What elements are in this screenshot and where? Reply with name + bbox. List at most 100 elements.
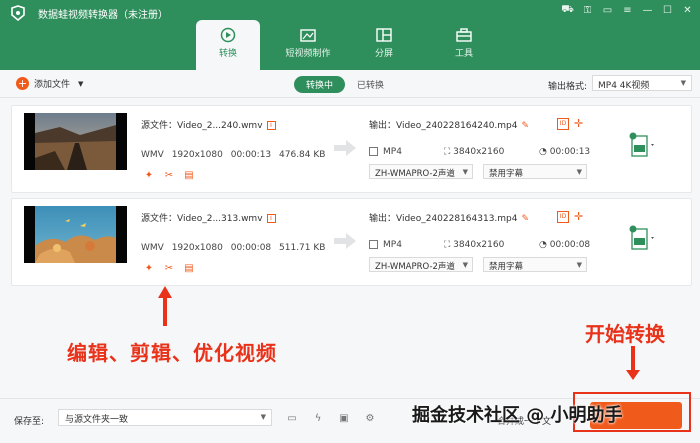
seg-converting[interactable]: 转换中 [294, 76, 346, 93]
video-thumbnail[interactable] [24, 206, 127, 263]
close-icon[interactable]: ✕ [681, 4, 694, 17]
source-file-text: 源文件：Video_2...313.wmv [141, 214, 263, 224]
mp4-format-icon[interactable] [627, 130, 655, 160]
clock-icon: ◔ [539, 240, 550, 250]
info-icon[interactable]: i [266, 121, 276, 130]
info-icon[interactable]: i [266, 214, 276, 223]
key-icon[interactable]: ⚿ [581, 4, 594, 17]
tab-split-screen[interactable]: 分屏 [344, 20, 424, 68]
lightning-off-icon[interactable]: ϟ [310, 410, 326, 426]
mp4-format-icon[interactable] [627, 223, 655, 253]
save-path-select[interactable]: 与源文件夹一致 ▼ [58, 409, 272, 426]
clock-icon: ◔ [539, 147, 550, 157]
source-codec: WMV [141, 150, 164, 160]
output-resolution: 3840x2160 [453, 147, 505, 157]
tab-tools-label: 工具 [454, 49, 473, 59]
video-thumbnail[interactable] [24, 113, 127, 170]
app-logo-icon [11, 5, 25, 21]
output-format: MP4 [383, 240, 402, 250]
split-screen-icon [376, 28, 392, 42]
output-format-select[interactable]: MP4 4K视频 ▼ [592, 75, 692, 91]
add-file-label: 添加文件 [34, 80, 71, 90]
output-file-text: 输出：Video_240228164240.mp4 [369, 121, 518, 131]
source-codec: WMV [141, 243, 164, 253]
enhance-icon[interactable]: ▤ [183, 169, 195, 181]
source-size: 476.84 KB [279, 150, 326, 160]
subtitle-value: 禁用字幕 [489, 262, 524, 272]
output-resolution: 3840x2160 [453, 240, 505, 250]
rename-icon[interactable]: ✎ [522, 121, 530, 131]
menu-icon[interactable]: ≡ [621, 4, 634, 17]
tab-convert-label: 转换 [218, 49, 237, 59]
convert-arrow-icon [334, 140, 356, 156]
settings-icon[interactable]: ⚙ [362, 410, 378, 426]
info-badge-icon[interactable]: ID [557, 118, 569, 130]
audio-track-value: ZH-WMAPRO-2声道 [375, 169, 455, 179]
source-duration: 00:00:08 [230, 243, 272, 253]
cut-icon[interactable]: ✂ [163, 262, 175, 274]
folder-icon[interactable]: ▭ [284, 410, 300, 426]
tab-split-screen-label: 分屏 [374, 49, 393, 59]
tab-tools[interactable]: 工具 [424, 20, 504, 68]
tab-short-video[interactable]: 短视频制作 [272, 20, 344, 68]
bottom-bar: 保存至: 与源文件夹一致 ▼ ▭ ϟ ▣ ⚙ 合并成一个文 掘金技术社区 @ 小… [0, 392, 700, 443]
list-item: 源文件：Video_2...313.wmv i WMV 1920x1080 00:… [11, 198, 692, 286]
resize-icon: ⛶ [444, 240, 454, 250]
cart-icon[interactable]: ⛟ [561, 4, 574, 17]
feedback-icon[interactable]: ▭ [601, 4, 614, 17]
chevron-down-icon: ▼ [576, 261, 582, 269]
bottom-tools: ▭ ϟ ▣ ⚙ [284, 410, 378, 426]
rename-icon[interactable]: ✎ [522, 214, 530, 224]
audio-track-select[interactable]: ZH-WMAPRO-2声道 ▼ [369, 257, 473, 272]
output-duration-cell: ◔ 00:00:08 [539, 240, 590, 250]
minimize-icon[interactable]: — [641, 4, 654, 17]
output-file-name: 输出：Video_240228164240.mp4 ✎ [369, 118, 529, 131]
toolbox-icon [456, 28, 472, 42]
chevron-down-icon: ▼ [680, 79, 686, 87]
watermark: 掘金技术社区 @ 小明助手 [412, 405, 623, 426]
convert-icon [220, 27, 236, 43]
seg-converted[interactable]: 已转换 [345, 76, 396, 93]
item-actions: ✦ ✂ ▤ [143, 262, 195, 274]
edit-icon[interactable]: ✦ [143, 169, 155, 181]
tab-convert[interactable]: 转换 [196, 20, 260, 70]
output-file-text: 输出：Video_240228164313.mp4 [369, 214, 518, 224]
toolbar: + 添加文件 ▼ 转换中 已转换 输出格式: MP4 4K视频 ▼ [0, 70, 700, 98]
list-item: 源文件：Video_2...240.wmv i WMV 1920x1080 00:… [11, 105, 692, 193]
source-meta: WMV 1920x1080 00:00:13 476.84 KB [141, 150, 330, 160]
output-format-label: 输出格式: [548, 82, 588, 92]
source-resolution: 1920x1080 [171, 150, 223, 160]
output-duration: 00:00:08 [549, 240, 591, 250]
info-badge-icon[interactable]: ID [557, 211, 569, 223]
edit-icon[interactable]: ✦ [143, 262, 155, 274]
add-file-button[interactable]: + 添加文件 ▼ [16, 77, 83, 90]
subtitle-select[interactable]: 禁用字幕 ▼ [483, 257, 587, 272]
chevron-down-icon: ▼ [576, 168, 582, 176]
source-file-text: 源文件：Video_2...240.wmv [141, 121, 263, 131]
output-format: MP4 [383, 147, 402, 157]
subtitle-value: 禁用字幕 [489, 169, 524, 179]
film-icon [369, 147, 378, 156]
enhance-icon[interactable]: ▤ [183, 262, 195, 274]
chevron-down-icon[interactable]: ▼ [78, 80, 83, 88]
status-segment: 转换中 已转换 [294, 76, 396, 93]
output-duration-cell: ◔ 00:00:13 [539, 147, 590, 157]
cut-icon[interactable]: ✂ [163, 169, 175, 181]
gpu-off-icon[interactable]: ▣ [336, 410, 352, 426]
film-icon [369, 240, 378, 249]
subtitle-select[interactable]: 禁用字幕 ▼ [483, 164, 587, 179]
chevron-down-icon: ▼ [462, 261, 468, 269]
output-format-value: MP4 4K视频 [598, 81, 650, 91]
save-path-value: 与源文件夹一致 [65, 415, 129, 425]
trim-icon[interactable]: ✛ [574, 117, 583, 130]
output-duration: 00:00:13 [549, 147, 591, 157]
plus-icon: + [16, 77, 29, 90]
source-size: 511.71 KB [279, 243, 326, 253]
audio-track-select[interactable]: ZH-WMAPRO-2声道 ▼ [369, 164, 473, 179]
trim-icon[interactable]: ✛ [574, 210, 583, 223]
annotation-start-text: 开始转换 [585, 322, 665, 346]
maximize-icon[interactable]: ☐ [661, 4, 674, 17]
tab-short-video-label: 短视频制作 [285, 49, 331, 59]
window-controls: ⛟ ⚿ ▭ ≡ — ☐ ✕ [561, 4, 694, 17]
output-resolution-cell: ⛶ 3840x2160 [444, 147, 504, 157]
